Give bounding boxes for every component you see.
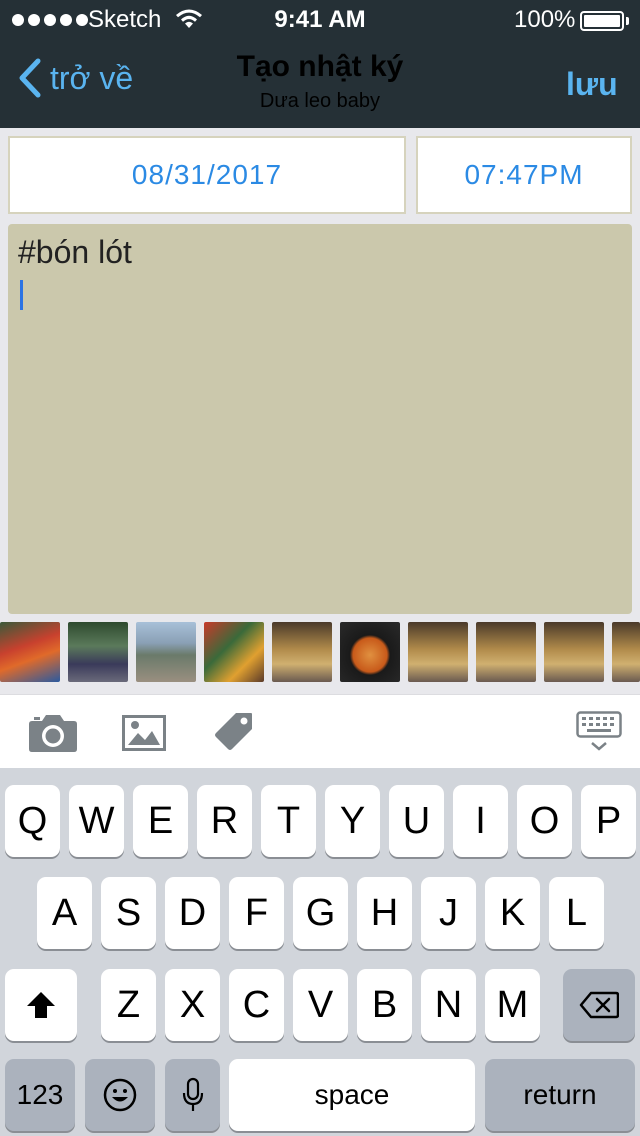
- key-y[interactable]: Y: [325, 785, 380, 857]
- key-c[interactable]: C: [229, 969, 284, 1041]
- space-key[interactable]: space: [229, 1059, 475, 1131]
- key-s[interactable]: S: [101, 877, 156, 949]
- key-r[interactable]: R: [197, 785, 252, 857]
- tag-icon[interactable]: [214, 711, 254, 756]
- attachment-toolbar: [0, 694, 640, 769]
- key-l[interactable]: L: [549, 877, 604, 949]
- picnic-photo[interactable]: [68, 622, 128, 682]
- camera-icon[interactable]: [28, 711, 78, 758]
- key-v[interactable]: V: [293, 969, 348, 1041]
- market-photo[interactable]: [204, 622, 264, 682]
- emoji-icon: [103, 1078, 137, 1112]
- key-d[interactable]: D: [165, 877, 220, 949]
- key-h[interactable]: H: [357, 877, 412, 949]
- status-bar: Sketch 9:41 AM 100%: [0, 0, 640, 40]
- date-picker-field[interactable]: 08/31/2017: [8, 136, 406, 214]
- dictation-key[interactable]: [165, 1059, 220, 1131]
- key-a[interactable]: A: [37, 877, 92, 949]
- return-key[interactable]: return: [485, 1059, 635, 1131]
- key-e[interactable]: E: [133, 785, 188, 857]
- text-cursor: [20, 280, 23, 310]
- key-x[interactable]: X: [165, 969, 220, 1041]
- key-j[interactable]: J: [421, 877, 476, 949]
- shift-arrow-icon: [27, 992, 55, 1018]
- popcorn-photo[interactable]: [408, 622, 468, 682]
- key-q[interactable]: Q: [5, 785, 60, 857]
- key-p[interactable]: P: [581, 785, 636, 857]
- key-t[interactable]: T: [261, 785, 316, 857]
- key-g[interactable]: G: [293, 877, 348, 949]
- key-m[interactable]: M: [485, 969, 540, 1041]
- battery-percentage: 100%: [514, 6, 576, 33]
- key-o[interactable]: O: [517, 785, 572, 857]
- battery-cap: [626, 17, 629, 25]
- berries-photo[interactable]: [0, 622, 60, 682]
- battery-icon: [580, 11, 624, 31]
- key-n[interactable]: N: [421, 969, 476, 1041]
- key-u[interactable]: U: [389, 785, 444, 857]
- key-b[interactable]: B: [357, 969, 412, 1041]
- page-title: Tạo nhật ký: [236, 50, 404, 83]
- mountain-photo[interactable]: [136, 622, 196, 682]
- popcorn-photo[interactable]: [612, 622, 640, 682]
- numbers-key[interactable]: 123: [5, 1059, 75, 1131]
- emoji-key[interactable]: [85, 1059, 155, 1131]
- soup-photo[interactable]: [340, 622, 400, 682]
- backspace-key[interactable]: [563, 969, 635, 1041]
- backspace-icon: [579, 991, 619, 1019]
- save-button[interactable]: lưu: [566, 66, 618, 103]
- time-picker-field[interactable]: 07:47PM: [416, 136, 632, 214]
- popcorn-photo[interactable]: [544, 622, 604, 682]
- popcorn-photo[interactable]: [476, 622, 536, 682]
- shift-key[interactable]: [5, 969, 77, 1041]
- key-i[interactable]: I: [453, 785, 508, 857]
- image-icon[interactable]: [122, 715, 166, 756]
- note-text: #bón lót: [18, 234, 132, 270]
- photo-strip[interactable]: [0, 622, 640, 682]
- note-textarea[interactable]: [8, 224, 632, 614]
- key-w[interactable]: W: [69, 785, 124, 857]
- keyboard: Q W E R T Y U I O P A S D F G H J K L Z …: [0, 768, 640, 1136]
- microphone-icon: [182, 1077, 203, 1111]
- page-subtitle: Dưa leo baby: [259, 90, 381, 112]
- key-z[interactable]: Z: [101, 969, 156, 1041]
- keyboard-dismiss-icon[interactable]: [576, 711, 622, 756]
- key-k[interactable]: K: [485, 877, 540, 949]
- popcorn-photo[interactable]: [272, 622, 332, 682]
- key-f[interactable]: F: [229, 877, 284, 949]
